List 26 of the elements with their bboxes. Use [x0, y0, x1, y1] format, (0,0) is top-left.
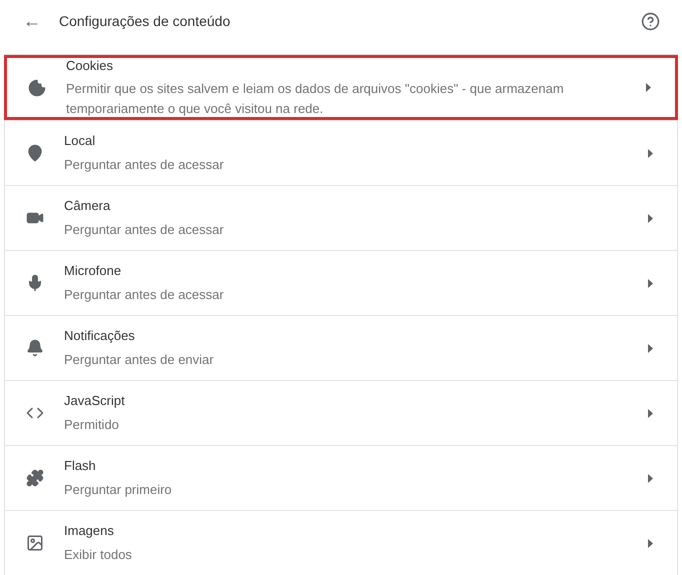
- row-title: Notificações: [64, 327, 136, 346]
- row-title: Cookies: [66, 56, 114, 75]
- settings-row[interactable]: JavaScript Permitido: [5, 380, 677, 445]
- row-subtitle: Permitido: [64, 416, 120, 434]
- settings-row[interactable]: Flash Perguntar primeiro: [5, 445, 677, 510]
- settings-row[interactable]: Microfone Perguntar antes de acessar: [5, 250, 677, 315]
- row-subtitle: Permitir que os sites salvem e leiam os dados de arquivos "cookies" - que armazenam temporariamente o que você visitou na rede.: [66, 80, 565, 118]
- row-subtitle: Perguntar antes de acessar: [64, 156, 225, 174]
- settings-row[interactable]: Local Perguntar antes de acessar: [5, 120, 677, 185]
- settings-row[interactable]: Notificações Perguntar antes de enviar: [5, 315, 677, 380]
- row-subtitle: Perguntar primeiro: [64, 480, 173, 499]
- row-subtitle: Perguntar antes de acessar: [64, 286, 225, 304]
- row-subtitle: Perguntar antes de enviar: [64, 350, 215, 369]
- row-title: JavaScript: [64, 392, 126, 410]
- row-subtitle: Perguntar antes de acessar: [64, 220, 225, 239]
- page-title: Configurações de conteúdo: [59, 12, 230, 31]
- row-title: Local: [64, 132, 96, 150]
- settings-row[interactable]: Cookies Permitir que os sites salvem e leiam os dados de arquivos "cookies" - que armazenam temporariamente o que você visitou na rede.: [4, 55, 678, 120]
- row-subtitle: Exibir todos: [64, 546, 133, 564]
- settings-row[interactable]: Câmera Perguntar antes de acessar: [5, 185, 677, 250]
- back-button[interactable]: ←: [22, 12, 42, 30]
- row-title: Microfone: [64, 262, 122, 280]
- row-title: Imagens: [64, 522, 115, 540]
- row-title: Câmera: [64, 197, 112, 216]
- settings-row[interactable]: Imagens Exibir todos: [5, 510, 677, 575]
- row-title: Flash: [64, 457, 97, 476]
